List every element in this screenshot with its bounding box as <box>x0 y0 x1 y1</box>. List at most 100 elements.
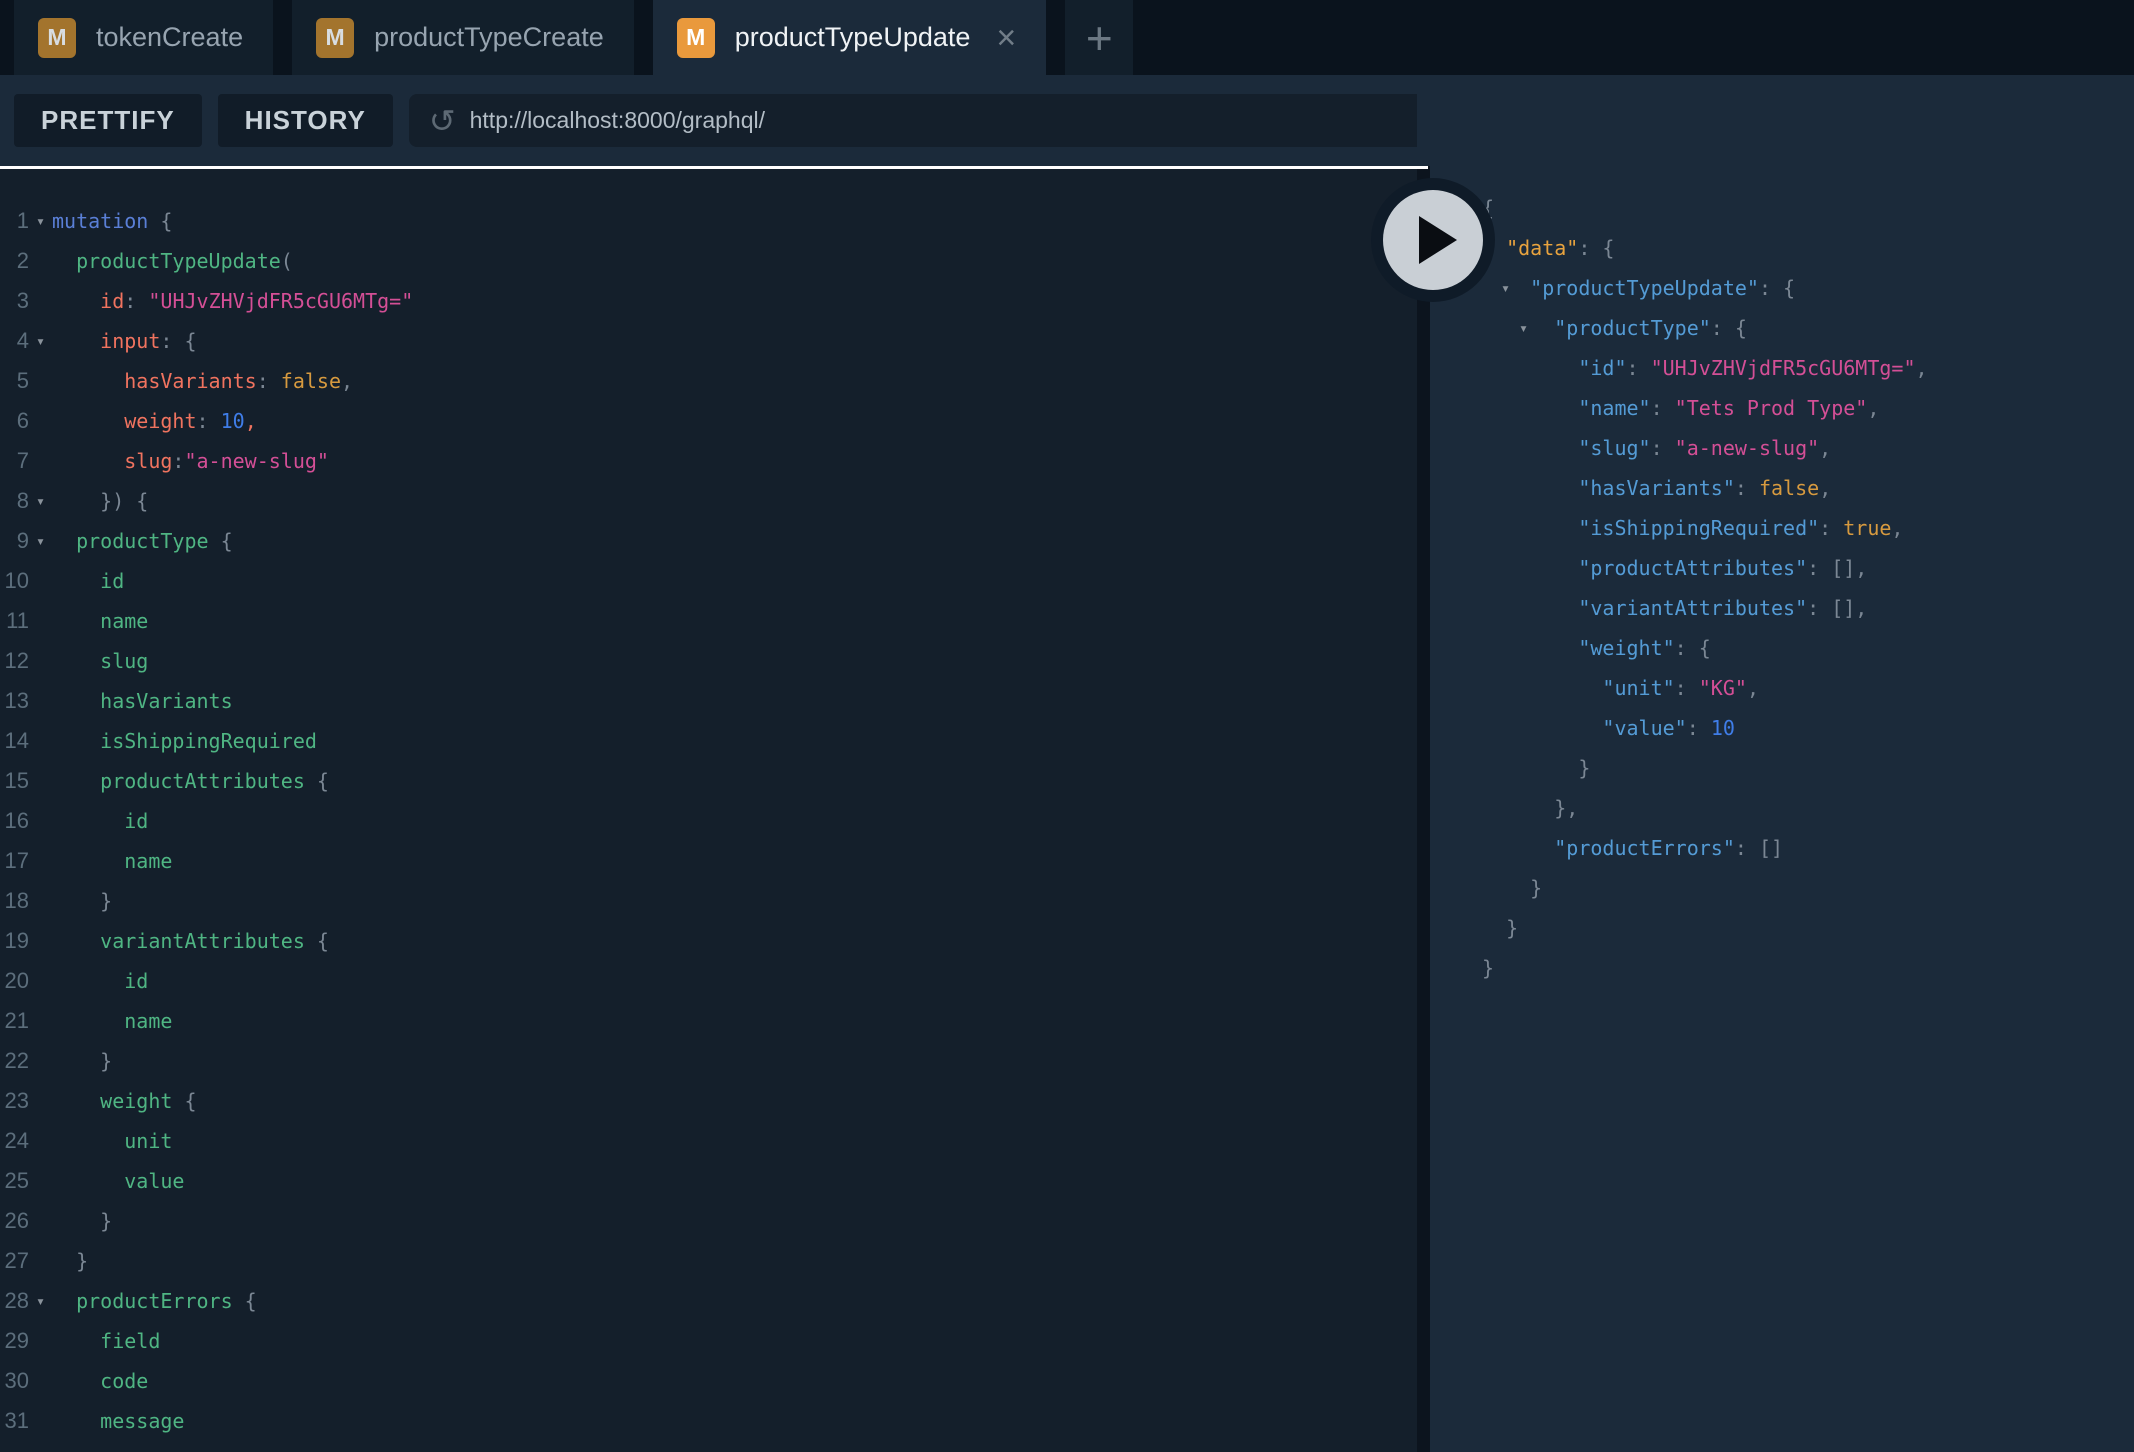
close-tab-icon[interactable]: × <box>996 21 1016 55</box>
token-arg: id <box>100 289 125 313</box>
line-number: 22 <box>4 1048 29 1073</box>
token-p <box>1482 916 1506 940</box>
token-p <box>1482 556 1578 580</box>
code-line[interactable]: 21 name <box>0 1001 1417 1041</box>
code-line[interactable]: 1 ▾ mutation { <box>0 201 1417 241</box>
code-line[interactable]: 10 id <box>0 561 1417 601</box>
token-p <box>52 1369 100 1393</box>
token-key: "id" <box>1578 356 1627 380</box>
code-line[interactable]: 29 field <box>0 1321 1417 1361</box>
code-line[interactable]: 19 variantAttributes { <box>0 921 1417 961</box>
tab-label: productTypeCreate <box>374 22 604 52</box>
query-editor[interactable]: 1 ▾ mutation {2 productTypeUpdate(3 id: "U… <box>0 169 1417 1452</box>
fold-arrow-icon[interactable]: ▾ <box>29 201 52 241</box>
mutation-badge-icon: M <box>38 17 76 58</box>
token-p: { <box>304 929 329 953</box>
code-line[interactable]: 27 } <box>0 1241 1417 1281</box>
token-p <box>52 1329 100 1353</box>
tab-productTypeUpdate[interactable]: MproductTypeUpdate × <box>652 0 1047 75</box>
token-p <box>52 489 100 513</box>
code-line[interactable]: 18 } <box>0 881 1417 921</box>
token-p: : <box>1650 396 1675 420</box>
code-text: hasVariants: false, <box>52 361 353 401</box>
token-p <box>52 1169 124 1193</box>
code-line[interactable]: 11 name <box>0 601 1417 641</box>
code-line[interactable]: 3 id: "UHJvZHVjdFR5cGU6MTg=" <box>0 281 1417 321</box>
new-tab-button[interactable]: + <box>1065 0 1134 75</box>
response-line: "value": 10 <box>1482 708 2134 748</box>
code-line[interactable]: 12 slug <box>0 641 1417 681</box>
fold-arrow-icon[interactable]: ▾ <box>29 1281 52 1321</box>
token-p: { <box>148 209 173 233</box>
token-fld: slug <box>100 649 149 673</box>
line-number: 25 <box>4 1168 29 1193</box>
response-text: "productAttributes": [], <box>1482 556 1867 580</box>
token-arg: input <box>100 329 161 353</box>
tab-productTypeCreate[interactable]: MproductTypeCreate <box>292 0 634 75</box>
code-line[interactable]: 4 ▾ input: { <box>0 321 1417 361</box>
token-str: "a-new-slug" <box>184 449 329 473</box>
token-p <box>52 849 124 873</box>
code-line[interactable]: 28 ▾ productErrors { <box>0 1281 1417 1321</box>
code-line[interactable]: 5 hasVariants: false, <box>0 361 1417 401</box>
code-line[interactable]: 2 productTypeUpdate( <box>0 241 1417 281</box>
play-button-face <box>1383 190 1483 290</box>
history-button[interactable]: HISTORY <box>217 94 393 147</box>
code-line[interactable]: 9 ▾ productType { <box>0 521 1417 561</box>
code-text: id <box>52 801 148 841</box>
token-p: : <box>1819 516 1844 540</box>
line-number: 15 <box>4 768 29 793</box>
token-p <box>1482 516 1578 540</box>
code-line[interactable]: 7 slug:"a-new-slug" <box>0 441 1417 481</box>
code-line[interactable]: 25 value <box>0 1161 1417 1201</box>
token-p <box>52 289 100 313</box>
code-line[interactable]: 26 } <box>0 1201 1417 1241</box>
token-p: } <box>100 889 113 913</box>
token-p: : { <box>1578 236 1615 260</box>
code-line[interactable]: 13 hasVariants <box>0 681 1417 721</box>
token-p: { <box>232 1289 257 1313</box>
line-number: 18 <box>4 888 29 913</box>
token-p: , <box>1867 396 1880 420</box>
fold-arrow-icon[interactable]: ▾ <box>29 521 52 561</box>
code-text: variantAttributes { <box>52 921 329 961</box>
code-text: productType { <box>52 521 233 561</box>
fold-arrow-icon[interactable]: ▾ <box>1501 268 1510 308</box>
fold-arrow-icon[interactable]: ▾ <box>29 481 52 521</box>
code-line[interactable]: 16 id <box>0 801 1417 841</box>
execute-button[interactable] <box>1371 178 1495 302</box>
pane-divider[interactable] <box>1417 166 1430 1452</box>
code-line[interactable]: 20 id <box>0 961 1417 1001</box>
code-text: name <box>52 841 172 881</box>
fold-arrow-icon[interactable]: ▾ <box>29 321 52 361</box>
reload-icon[interactable]: ↺ <box>429 105 456 137</box>
code-line[interactable]: 8 ▾ }) { <box>0 481 1417 521</box>
code-line[interactable]: 6 weight: 10, <box>0 401 1417 441</box>
code-line[interactable]: 15 productAttributes { <box>0 761 1417 801</box>
code-line[interactable]: 14 isShippingRequired <box>0 721 1417 761</box>
code-line[interactable]: 23 weight { <box>0 1081 1417 1121</box>
code-text: isShippingRequired <box>52 721 317 761</box>
code-line[interactable]: 17 name <box>0 841 1417 881</box>
token-fld: productErrors <box>76 1289 233 1313</box>
response-line: "weight": { <box>1482 628 2134 668</box>
prettify-button[interactable]: PRETTIFY <box>14 94 202 147</box>
token-key: "name" <box>1578 396 1651 420</box>
code-line[interactable]: 24 unit <box>0 1121 1417 1161</box>
token-p: } <box>76 1249 89 1273</box>
code-line[interactable]: 22 } <box>0 1041 1417 1081</box>
code-text: unit <box>52 1121 172 1161</box>
fold-arrow-icon[interactable]: ▾ <box>1519 308 1528 348</box>
code-text: field <box>52 1321 160 1361</box>
code-line[interactable]: 31 message <box>0 1401 1417 1441</box>
code-line[interactable]: 30 code <box>0 1361 1417 1401</box>
token-p <box>52 569 100 593</box>
token-bool: false <box>280 369 342 393</box>
line-number: 20 <box>4 968 29 993</box>
response-text: "unit": "KG", <box>1482 676 1759 700</box>
tab-tokenCreate[interactable]: MtokenCreate <box>14 0 274 75</box>
tab-bar: MtokenCreate MproductTypeCreate MproductTy… <box>0 0 2134 75</box>
